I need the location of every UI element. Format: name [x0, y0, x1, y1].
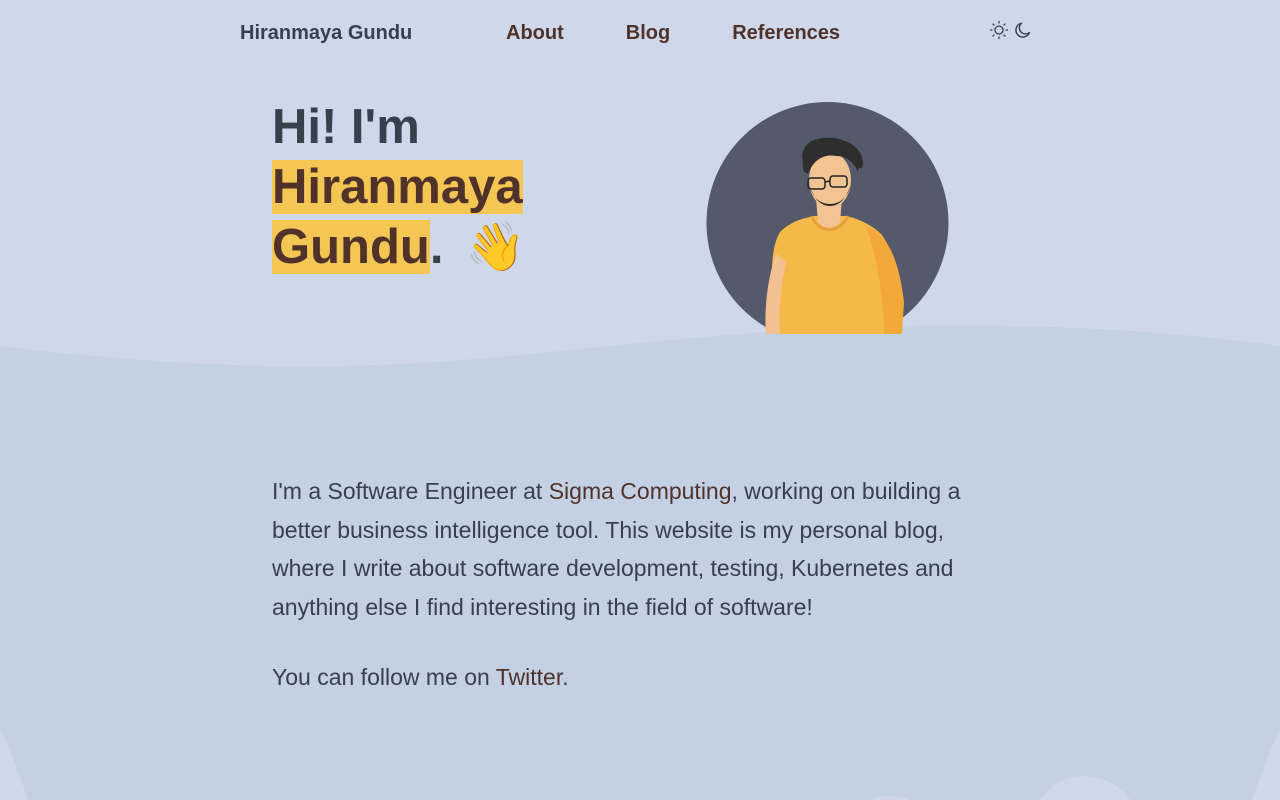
sigma-computing-link[interactable]: Sigma Computing — [549, 478, 732, 504]
site-header: Hiranmaya Gundu About Blog References — [0, 0, 1280, 66]
theme-toggle — [989, 20, 1033, 40]
bio-text: I'm a Software Engineer at — [272, 478, 549, 504]
nav-references[interactable]: References — [732, 22, 840, 45]
hero-first-name: Hiranmaya — [272, 160, 523, 214]
sun-icon[interactable] — [989, 20, 1009, 40]
twitter-link[interactable]: Twitter — [496, 664, 562, 690]
follow-text: You can follow me on — [272, 664, 496, 690]
follow-text: . — [562, 664, 569, 690]
avatar — [706, 102, 949, 334]
main-nav: About Blog References — [506, 22, 902, 45]
nav-about[interactable]: About — [506, 22, 564, 45]
hero-last-name: Gundu — [272, 220, 430, 274]
hero-heading: Hi! I'm Hiranmaya Gundu. 👋 — [272, 97, 692, 278]
hero-period: . — [429, 220, 444, 274]
bio-paragraph: I'm a Software Engineer at Sigma Computi… — [272, 472, 1012, 626]
waving-hand-emoji: 👋 — [465, 221, 526, 274]
avatar-illustration — [706, 102, 949, 334]
nav-blog[interactable]: Blog — [626, 22, 670, 45]
follow-paragraph: You can follow me on Twitter. — [272, 658, 1012, 697]
page: Hiranmaya Gundu About Blog References Hi… — [0, 0, 1280, 800]
moon-icon[interactable] — [1013, 20, 1033, 40]
hero-greeting: Hi! I'm — [272, 100, 420, 154]
site-title-link[interactable]: Hiranmaya Gundu — [240, 22, 412, 45]
bio-section: I'm a Software Engineer at Sigma Computi… — [272, 472, 1012, 729]
